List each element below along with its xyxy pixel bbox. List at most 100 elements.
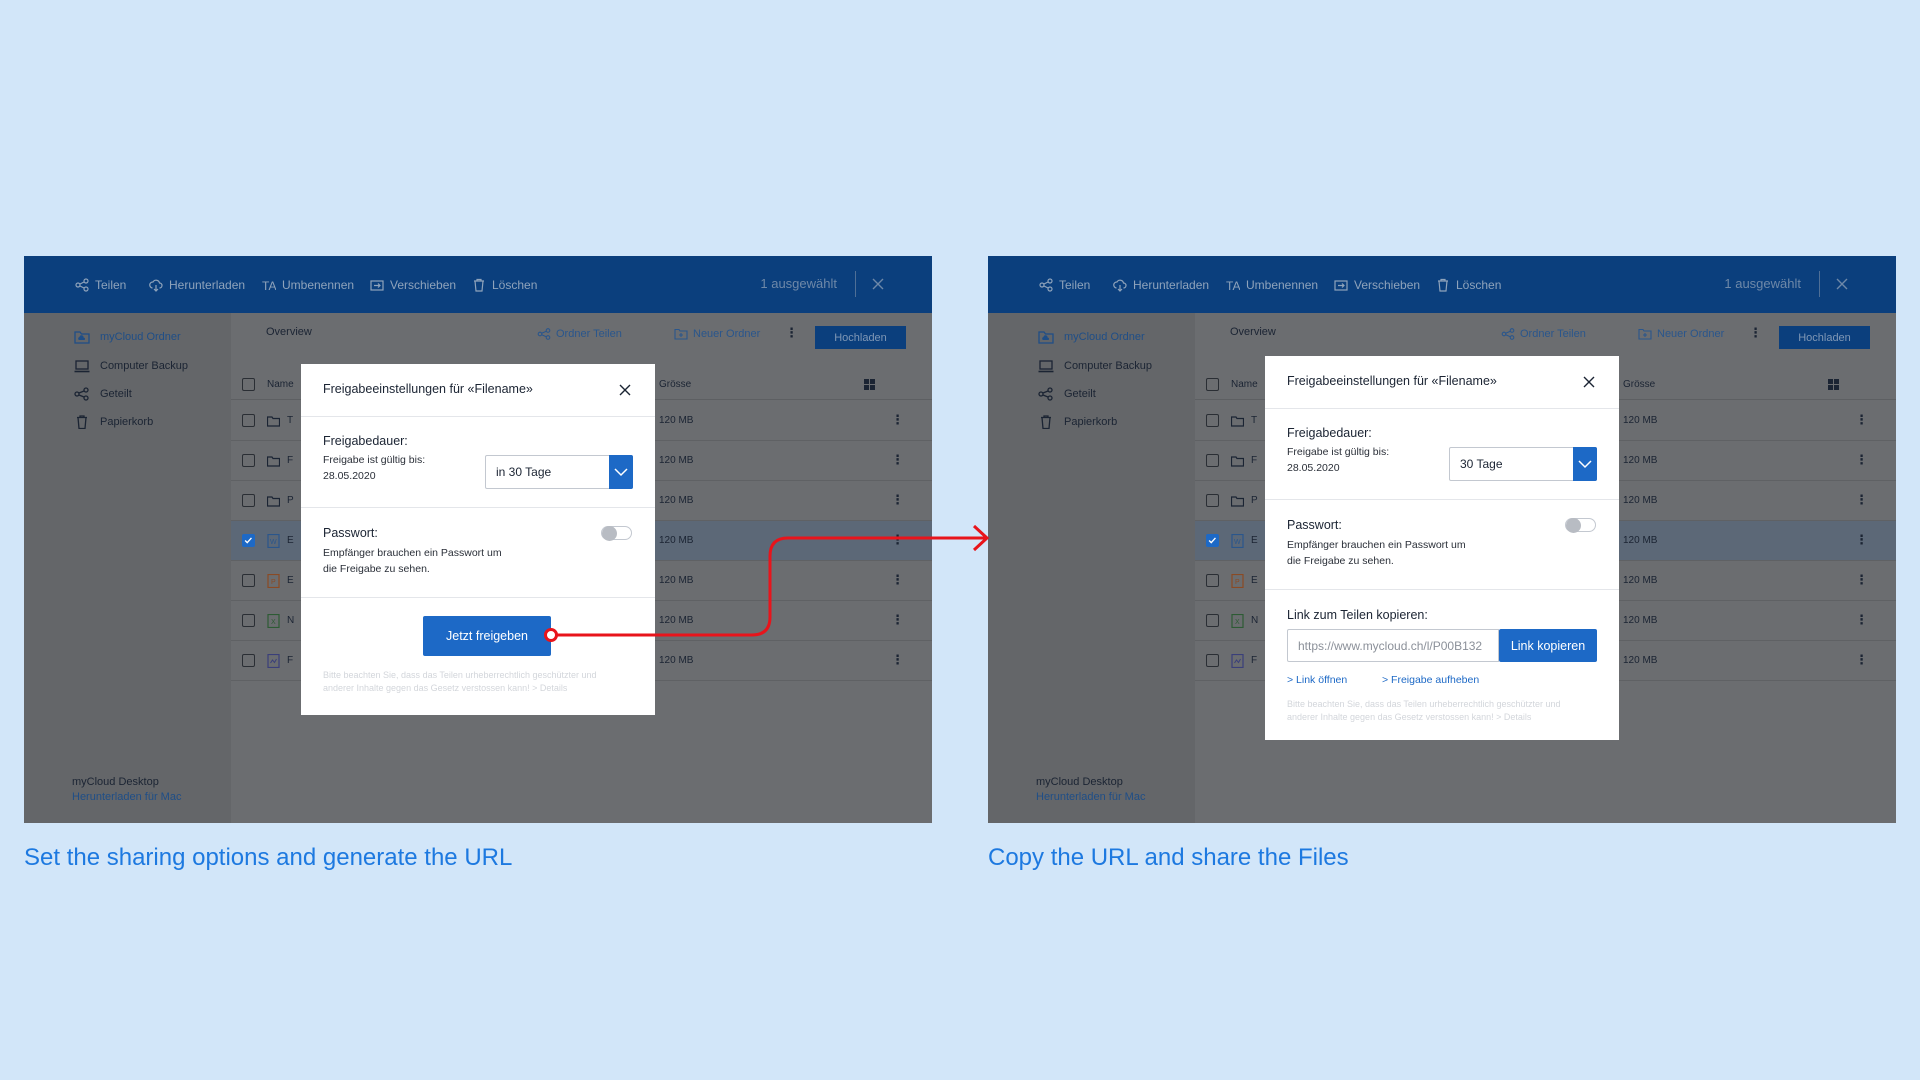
row-checkbox-checked[interactable] <box>242 534 255 547</box>
download-button[interactable]: Herunterladen <box>149 276 245 294</box>
row-menu-icon[interactable]: ⋮ <box>1855 533 1868 546</box>
row-menu-icon[interactable]: ⋮ <box>891 413 904 426</box>
grid-view-icon[interactable] <box>864 379 875 390</box>
row-size: 120 MB <box>659 455 694 466</box>
sidebar-item-shared[interactable]: Geteilt <box>74 386 132 402</box>
row-checkbox[interactable] <box>1206 654 1219 667</box>
more-options-icon[interactable]: ⋮ <box>1749 326 1762 339</box>
delete-button[interactable]: Löschen <box>472 276 537 294</box>
share-button[interactable]: Teilen <box>1039 276 1090 294</box>
column-size[interactable]: Grösse <box>659 379 691 390</box>
row-menu-icon[interactable]: ⋮ <box>891 493 904 506</box>
trash-icon <box>77 415 87 429</box>
row-menu-icon[interactable]: ⋮ <box>1855 653 1868 666</box>
row-menu-icon[interactable]: ⋮ <box>891 453 904 466</box>
grid-view-icon[interactable] <box>1828 379 1839 390</box>
sidebar-item-mycloud[interactable]: myCloud Ordner <box>1038 329 1145 345</box>
row-checkbox[interactable] <box>1206 574 1219 587</box>
column-name[interactable]: Name <box>267 379 294 390</box>
move-button[interactable]: Verschieben <box>1334 276 1420 294</box>
sidebar-item-trash[interactable]: Papierkorb <box>1038 414 1117 430</box>
share-icon <box>1039 278 1053 292</box>
close-icon[interactable] <box>870 276 886 292</box>
row-size: 120 MB <box>1623 455 1658 466</box>
select-all-checkbox[interactable] <box>242 378 255 391</box>
close-icon[interactable] <box>618 383 632 397</box>
duration-select-toggle[interactable] <box>609 455 633 489</box>
row-checkbox[interactable] <box>242 654 255 667</box>
sidebar-item-backup[interactable]: Computer Backup <box>1038 358 1152 374</box>
row-menu-icon[interactable]: ⋮ <box>1855 413 1868 426</box>
cloud-download-icon <box>1113 279 1127 292</box>
svg-text:P: P <box>1235 579 1240 586</box>
row-checkbox[interactable] <box>1206 614 1219 627</box>
row-menu-icon[interactable]: ⋮ <box>1855 613 1868 626</box>
divider <box>301 597 655 598</box>
sidebar-item-trash[interactable]: Papierkorb <box>74 414 153 430</box>
select-all-checkbox[interactable] <box>1206 378 1219 391</box>
row-size: 120 MB <box>1623 575 1658 586</box>
row-checkbox[interactable] <box>242 454 255 467</box>
remove-share-link[interactable]: > Freigabe aufheben <box>1382 674 1479 686</box>
row-menu-icon[interactable]: ⋮ <box>891 573 904 586</box>
sidebar-item-shared[interactable]: Geteilt <box>1038 386 1096 402</box>
folder-icon <box>267 456 280 467</box>
upload-button[interactable]: Hochladen <box>1779 326 1870 349</box>
row-menu-icon[interactable]: ⋮ <box>1855 493 1868 506</box>
password-toggle[interactable] <box>1565 518 1596 533</box>
row-checkbox-checked[interactable] <box>1206 534 1219 547</box>
duration-select-toggle[interactable] <box>1573 447 1597 481</box>
password-toggle[interactable] <box>601 526 632 541</box>
sidebar-item-backup[interactable]: Computer Backup <box>74 358 188 374</box>
duration-select[interactable]: in 30 Tage <box>485 455 633 489</box>
row-size: 120 MB <box>1623 615 1658 626</box>
new-folder-button[interactable]: Neuer Ordner <box>674 328 760 340</box>
share-now-button[interactable]: Jetzt freigeben <box>423 616 551 656</box>
copy-link-button[interactable]: Link kopieren <box>1499 629 1597 662</box>
row-menu-icon[interactable]: ⋮ <box>891 653 904 666</box>
row-menu-icon[interactable]: ⋮ <box>891 613 904 626</box>
more-options-icon[interactable]: ⋮ <box>785 326 798 339</box>
row-menu-icon[interactable]: ⋮ <box>891 533 904 546</box>
row-checkbox[interactable] <box>242 614 255 627</box>
row-checkbox[interactable] <box>242 414 255 427</box>
row-checkbox[interactable] <box>1206 454 1219 467</box>
share-button[interactable]: Teilen <box>75 276 126 294</box>
upload-button[interactable]: Hochladen <box>815 326 906 349</box>
share-url-field[interactable]: https://www.mycloud.ch/l/P00B132 <box>1287 629 1499 662</box>
row-name: T <box>287 415 294 426</box>
share-folder-button[interactable]: Ordner Teilen <box>537 328 622 340</box>
download-mac-link[interactable]: Herunterladen für Mac <box>1036 791 1145 803</box>
share-folder-button[interactable]: Ordner Teilen <box>1501 328 1586 340</box>
rename-icon: TA <box>1226 279 1240 292</box>
svg-text:P: P <box>271 579 276 586</box>
row-menu-icon[interactable]: ⋮ <box>1855 573 1868 586</box>
folder-icon <box>267 416 280 427</box>
download-button[interactable]: Herunterladen <box>1113 276 1209 294</box>
row-checkbox[interactable] <box>1206 414 1219 427</box>
column-size[interactable]: Grösse <box>1623 379 1655 390</box>
delete-button[interactable]: Löschen <box>1436 276 1501 294</box>
column-name[interactable]: Name <box>1231 379 1258 390</box>
new-folder-button[interactable]: Neuer Ordner <box>1638 328 1724 340</box>
row-checkbox[interactable] <box>242 574 255 587</box>
rename-button[interactable]: TA Umbenennen <box>1226 276 1318 294</box>
close-icon[interactable] <box>1834 276 1850 292</box>
duration-select[interactable]: 30 Tage <box>1449 447 1597 481</box>
folder-cloud-icon <box>1038 331 1054 344</box>
move-button[interactable]: Verschieben <box>370 276 456 294</box>
rename-label: Umbenennen <box>282 278 355 292</box>
sidebar-item-mycloud[interactable]: myCloud Ordner <box>74 329 181 345</box>
rename-label: Umbenennen <box>1246 278 1319 292</box>
close-icon[interactable] <box>1582 375 1596 389</box>
open-link[interactable]: > Link öffnen <box>1287 674 1347 686</box>
row-checkbox[interactable] <box>1206 494 1219 507</box>
word-file-icon: W <box>267 534 280 548</box>
rename-button[interactable]: TA Umbenennen <box>262 276 354 294</box>
row-menu-icon[interactable]: ⋮ <box>1855 453 1868 466</box>
toolbar: Teilen Herunterladen TA Umbenennen Versc… <box>24 256 932 313</box>
row-checkbox[interactable] <box>242 494 255 507</box>
download-mac-link[interactable]: Herunterladen für Mac <box>72 791 181 803</box>
share-label: Teilen <box>95 278 127 292</box>
svg-text:X: X <box>271 619 276 626</box>
